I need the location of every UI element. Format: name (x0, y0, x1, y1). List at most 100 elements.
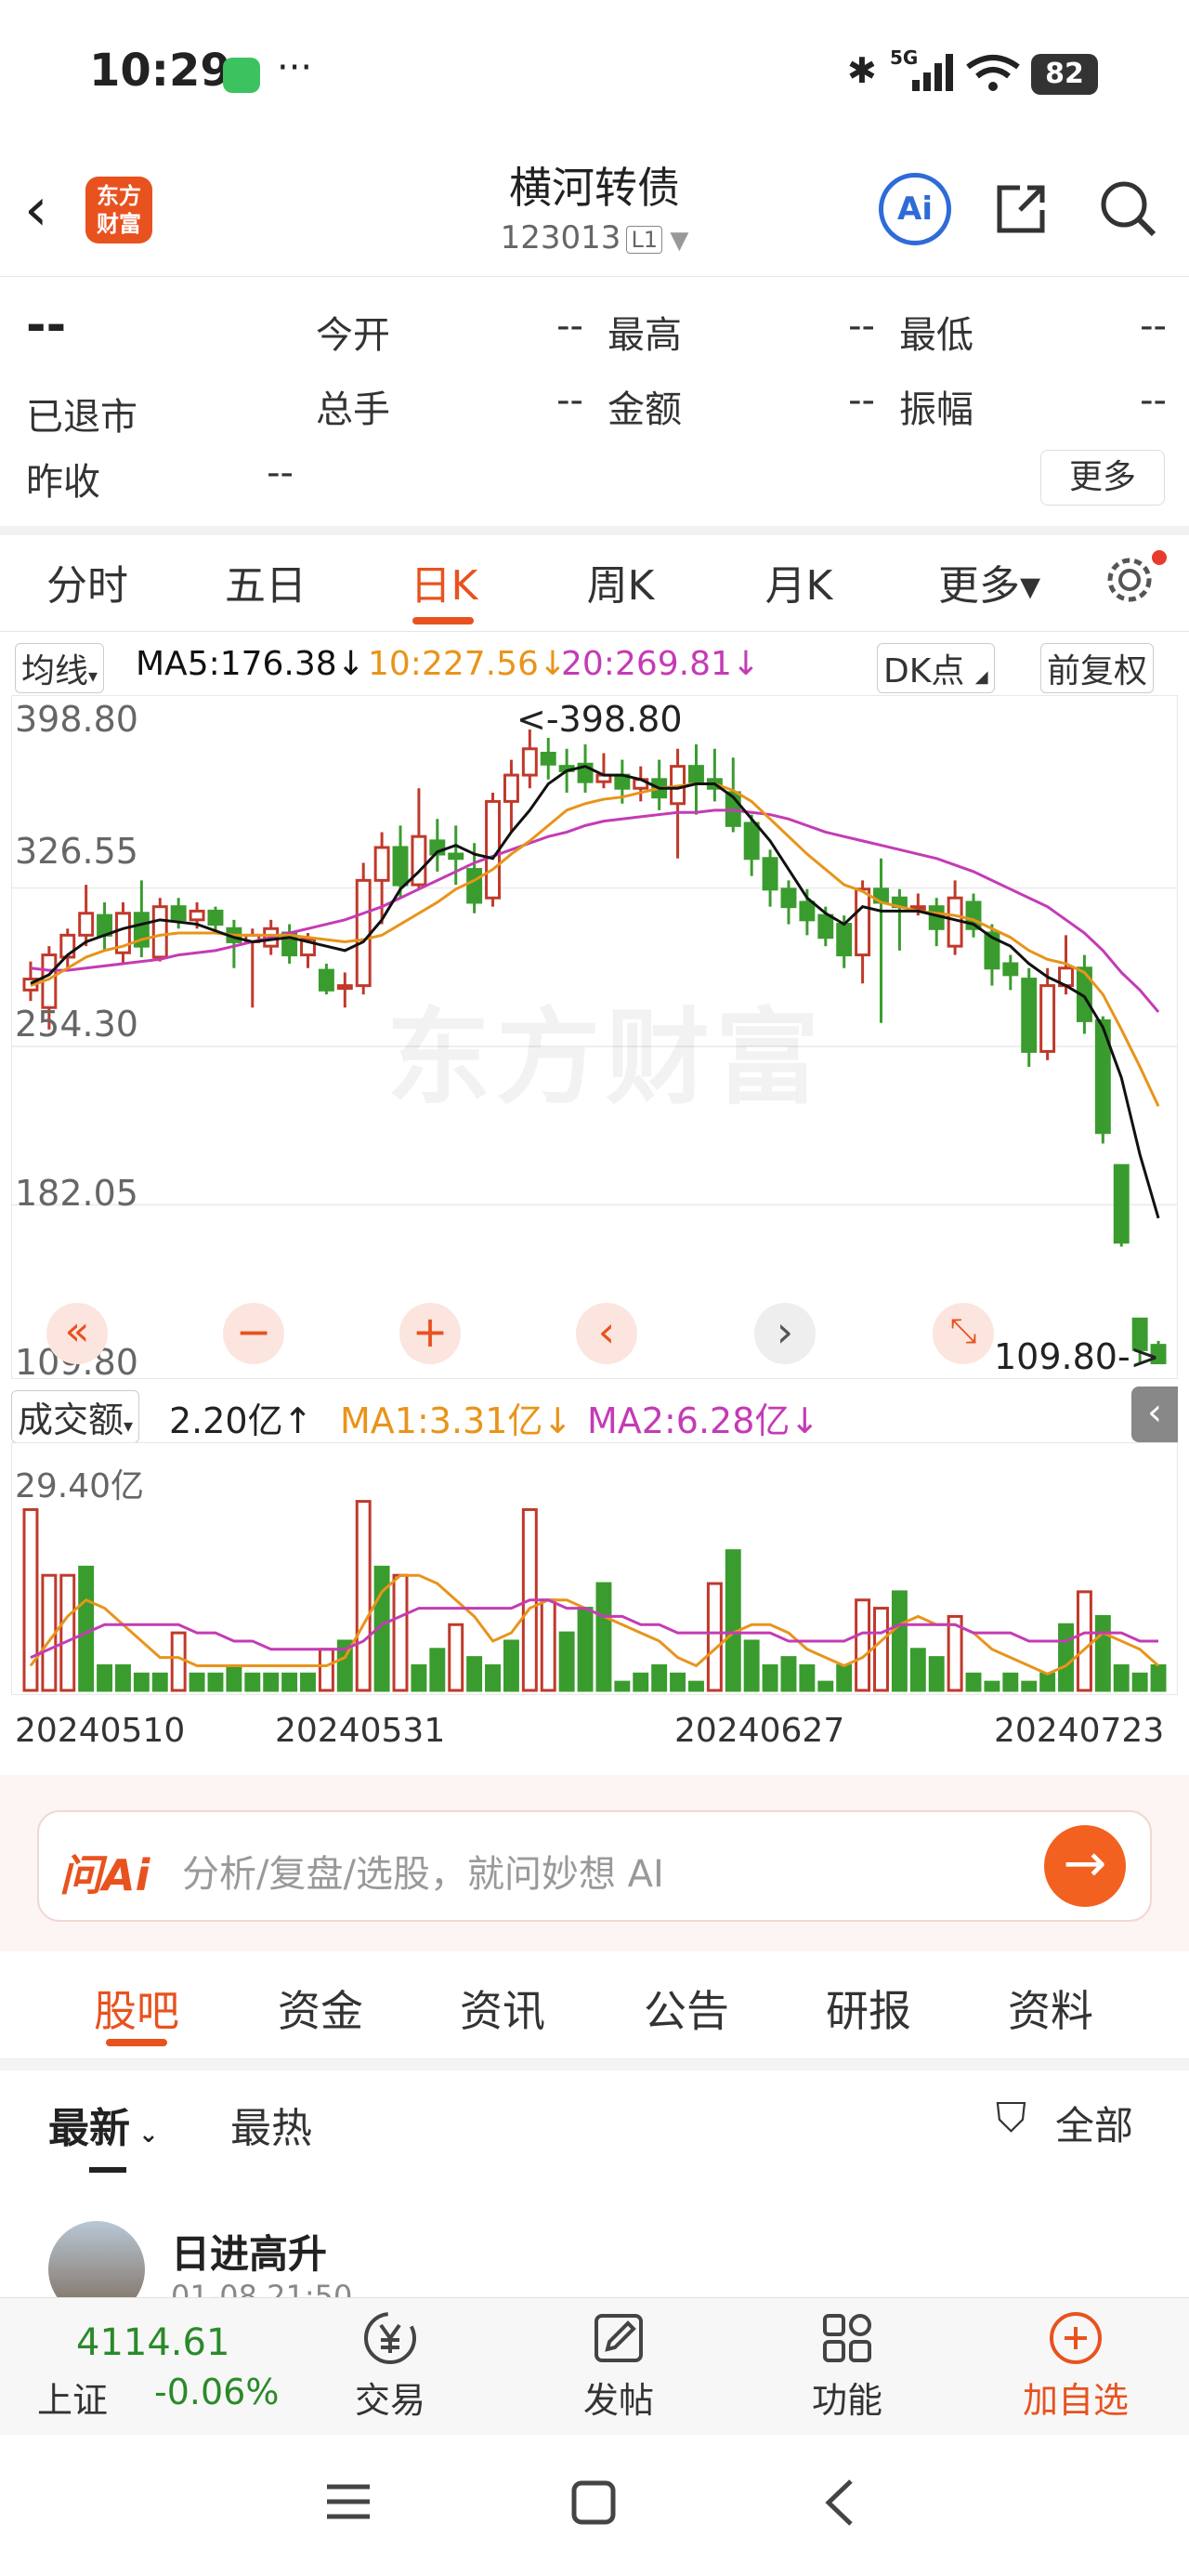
volume-bar (318, 1648, 334, 1692)
arrow-right-icon[interactable]: → (1044, 1825, 1126, 1907)
scroll-left-button[interactable]: « (46, 1303, 108, 1364)
code-text: 123013 (500, 219, 621, 256)
volume-bar (873, 1607, 889, 1692)
tab-daily-k[interactable]: 日K (379, 552, 509, 611)
candle-body (743, 821, 760, 861)
add-circle-icon (1050, 2312, 1102, 2364)
vol-ma1-line (29, 1573, 1160, 1676)
tab-five-day[interactable]: 五日 (201, 552, 331, 611)
volume-bar (1150, 1663, 1167, 1692)
prev-button[interactable]: ‹ (576, 1303, 637, 1364)
notification-dot (1152, 550, 1167, 565)
status-bar: 10:29 ··· ✱ 5G 82 (0, 0, 1189, 149)
tab-intraday[interactable]: 分时 (22, 552, 152, 611)
nav-trade[interactable]: 交易 (316, 2305, 464, 2423)
home-icon[interactable] (570, 2479, 617, 2526)
candle-body (521, 747, 538, 777)
search-icon[interactable] (1096, 177, 1159, 240)
date-label: 20240723 (994, 1712, 1165, 1750)
dk-label: DK点 (883, 652, 965, 690)
gear-icon[interactable] (1104, 554, 1156, 606)
dk-point-button[interactable]: DK点 ◢ (877, 643, 995, 693)
tab-announcements[interactable]: 公告 (617, 1978, 756, 2039)
active-tab-indicator (106, 2039, 167, 2046)
more-quote-button[interactable]: 更多 (1040, 450, 1165, 506)
candle-body (780, 887, 797, 909)
bluetooth-icon: ✱ (847, 50, 877, 91)
post-filter-bar: 最新 ⌄ 最热 ⛉ 全部 (0, 2070, 1189, 2175)
collapse-panel-tab[interactable]: ‹ (1131, 1387, 1178, 1442)
candle-body (392, 846, 409, 887)
volume-bar (300, 1672, 316, 1692)
sort-hot[interactable]: 最热 (230, 2095, 312, 2154)
next-button[interactable]: › (754, 1303, 816, 1364)
indicator-select-label: 均线 (21, 652, 89, 690)
post-author[interactable]: 日进高升 (171, 2223, 327, 2280)
stock-code[interactable]: 123013 L1 ▼ (409, 219, 780, 256)
volume-bar (1021, 1680, 1038, 1692)
tab-monthly-k[interactable]: 月K (734, 552, 864, 611)
index-change: -0.06% (154, 2372, 280, 2412)
back-nav-icon[interactable] (821, 2477, 858, 2528)
menu-icon[interactable] (325, 2481, 372, 2522)
tab-funds[interactable]: 资金 (251, 1978, 390, 2039)
volume-bar (429, 1648, 446, 1692)
sort-latest[interactable]: 最新 ⌄ (48, 2095, 159, 2154)
prev-close-label: 昨收 (26, 461, 100, 504)
candle-body (762, 857, 778, 891)
zoom-in-button[interactable]: + (399, 1303, 461, 1364)
avatar[interactable] (48, 2221, 145, 2297)
tab-forum[interactable]: 股吧 (67, 1978, 206, 2039)
nav-add-watchlist[interactable]: 加自选 (1001, 2305, 1150, 2423)
candle-body (78, 912, 95, 937)
nav-functions[interactable]: 功能 (773, 2305, 921, 2423)
volume-bar (706, 1582, 723, 1692)
tab-weekly-k[interactable]: 周K (555, 552, 686, 611)
post-item[interactable]: 日进高升 01-08 21:50 (0, 2175, 1189, 2297)
volume-select-label: 成交额 (18, 1400, 124, 1440)
volume-bar (965, 1672, 982, 1692)
volume-bar (133, 1672, 150, 1692)
share-icon[interactable] (992, 180, 1050, 238)
field-value: -- (556, 305, 583, 348)
filter-all[interactable]: 全部 (1055, 2095, 1133, 2151)
volume-bar (1002, 1672, 1019, 1692)
ai-button[interactable]: Ai (879, 173, 951, 245)
nav-post[interactable]: 发帖 (544, 2305, 693, 2423)
volume-bar (392, 1573, 409, 1692)
volume-bar (411, 1663, 427, 1692)
candle-body (151, 905, 168, 959)
field-value: -- (1140, 379, 1167, 422)
tab-more[interactable]: 更多▾ (920, 552, 1059, 611)
edit-icon (594, 2314, 643, 2362)
last-price: -- (26, 297, 67, 353)
volume-bar (670, 1672, 686, 1692)
stock-name: 横河转债 (509, 163, 680, 213)
tab-news[interactable]: 资讯 (433, 1978, 572, 2039)
field-label: 最高 (608, 314, 682, 357)
tab-research[interactable]: 研报 (799, 1978, 938, 2039)
adjust-price-button[interactable]: 前复权 (1040, 643, 1155, 693)
zoom-out-button[interactable]: − (223, 1303, 284, 1364)
candle-body (170, 905, 187, 922)
back-icon[interactable]: ‹ (24, 180, 48, 240)
filter-icon[interactable]: ⛉ (996, 2095, 1026, 2142)
delisted-status: 已退市 (26, 396, 137, 439)
sort-latest-label: 最新 (48, 2105, 130, 2152)
tab-profile[interactable]: 资料 (981, 1978, 1120, 2039)
yuan-icon (364, 2312, 416, 2364)
nav-add-watchlist-label: 加自选 (1022, 2380, 1129, 2421)
volume-select[interactable]: 成交额▾ (11, 1390, 140, 1443)
index-ticker[interactable]: 4114.61 上证 -0.06% (37, 2318, 288, 2421)
indicator-select[interactable]: 均线▾ (15, 643, 105, 693)
app-logo[interactable]: 东方 财富 (85, 177, 152, 243)
volume-bar (448, 1623, 464, 1692)
ai-tag: 问Ai (59, 1850, 150, 1900)
grid-icon (823, 2314, 871, 2362)
volume-bar (743, 1639, 760, 1692)
volume-bar (207, 1672, 224, 1692)
prev-close-value: -- (267, 452, 294, 494)
fullscreen-button[interactable]: ⤡ (933, 1303, 994, 1364)
volume-bar (595, 1582, 612, 1692)
candle-body (540, 751, 556, 766)
